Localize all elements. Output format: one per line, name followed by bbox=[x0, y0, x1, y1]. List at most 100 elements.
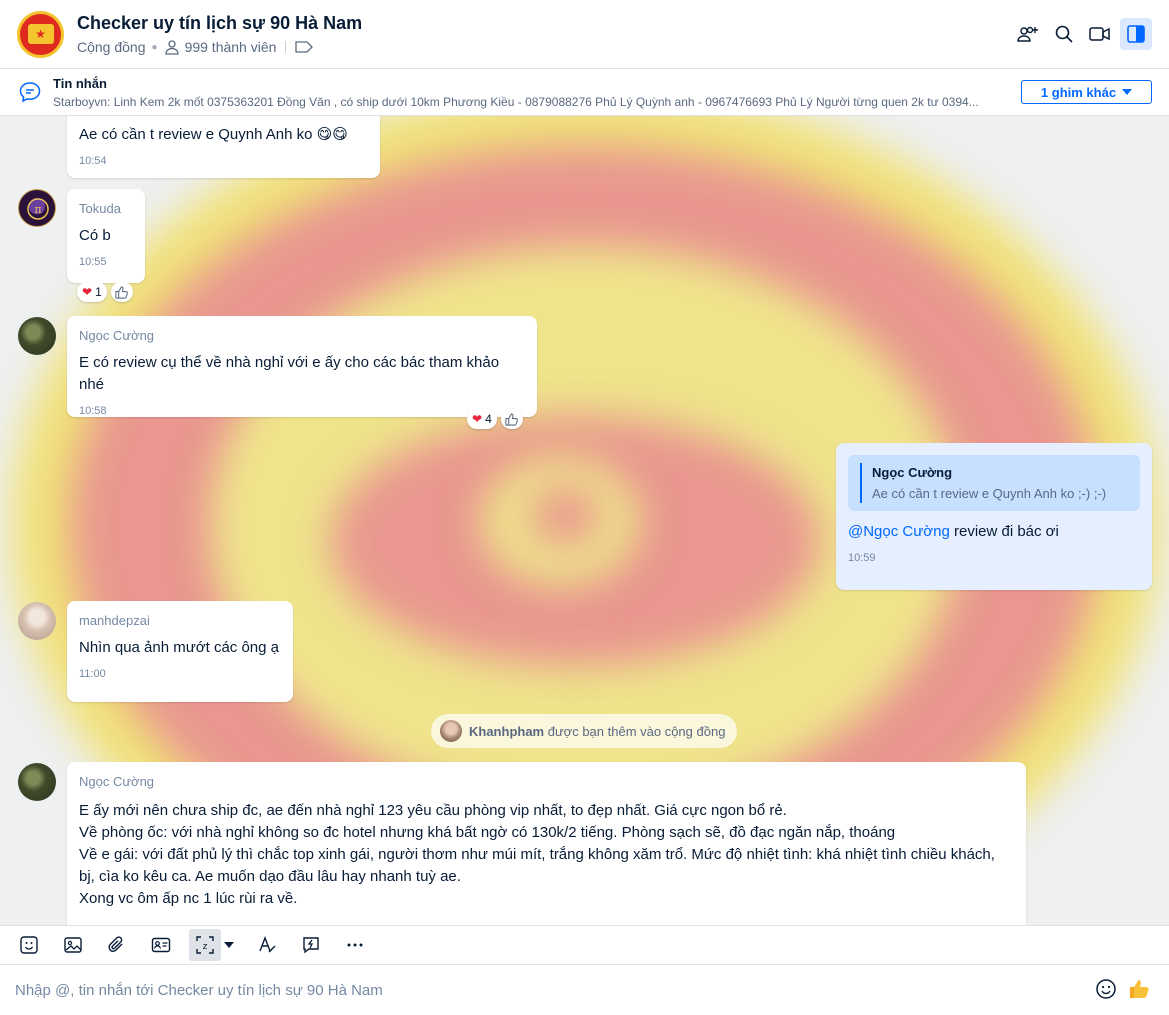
like-reaction-button[interactable] bbox=[500, 409, 523, 429]
message-text: @Ngọc Cường review đi bác ơi bbox=[848, 521, 1140, 543]
avatar[interactable]: π bbox=[18, 189, 56, 227]
member-count[interactable]: 999 thành viên bbox=[185, 39, 277, 55]
quote-bar bbox=[860, 463, 862, 503]
sidebar-icon bbox=[1127, 25, 1145, 43]
sender-name[interactable]: Tokuda bbox=[79, 201, 133, 217]
screenshot-options-button[interactable] bbox=[221, 929, 237, 961]
contact-card-icon bbox=[151, 937, 171, 953]
message-input[interactable] bbox=[15, 981, 1015, 999]
svg-text:z: z bbox=[203, 942, 208, 952]
message-line: Xong vc ôm ấp nc 1 lúc rùi ra về. bbox=[79, 890, 298, 907]
group-title[interactable]: Checker uy tín lịch sự 90 Hà Nam bbox=[77, 12, 362, 34]
caret-down-icon bbox=[224, 942, 234, 948]
video-call-button[interactable] bbox=[1084, 18, 1116, 50]
quick-message-button[interactable] bbox=[295, 929, 327, 961]
pinned-message-bar[interactable]: Tin nhắn Starboyvn: Linh Kem 2k mốt 0375… bbox=[0, 69, 1169, 116]
paperclip-icon bbox=[108, 936, 123, 952]
more-pins-button[interactable]: 1 ghim khác bbox=[1021, 80, 1152, 104]
message-line: Về e gái: với đất phủ lý thì chắc top xi… bbox=[79, 846, 995, 863]
message-bubble[interactable]: Ngọc Cường E ấy mới nên chưa ship đc, ae… bbox=[67, 762, 1026, 925]
svg-text:π: π bbox=[34, 203, 41, 216]
heart-count: 4 bbox=[485, 412, 492, 426]
lightning-message-icon bbox=[303, 937, 319, 954]
image-button[interactable] bbox=[57, 929, 89, 961]
reaction-bar: ❤ 4 bbox=[467, 409, 523, 429]
screenshot-icon: z bbox=[196, 936, 214, 954]
more-pins-label: 1 ghim khác bbox=[1040, 84, 1117, 100]
dot-separator: ● bbox=[151, 41, 158, 53]
thumbs-up-send-icon[interactable] bbox=[1128, 977, 1152, 1001]
message-time: 10:54 bbox=[79, 155, 107, 167]
group-avatar[interactable]: ★ bbox=[17, 10, 64, 58]
heart-icon: ❤ bbox=[82, 285, 93, 299]
message-time: 10:55 bbox=[79, 256, 107, 268]
image-icon bbox=[64, 937, 82, 953]
heart-icon: ❤ bbox=[472, 412, 483, 426]
message-bubble[interactable]: Ae có cần t review e Quynh Anh ko 😋😋 10:… bbox=[67, 116, 380, 178]
search-button[interactable] bbox=[1048, 18, 1080, 50]
add-member-button[interactable] bbox=[1012, 18, 1044, 50]
system-text: được bạn thêm vào cộng đồng bbox=[547, 723, 726, 739]
system-user-name[interactable]: Khanhpham bbox=[469, 724, 544, 739]
pi-logo-icon: π bbox=[27, 198, 49, 220]
pinned-text[interactable]: Starboyvn: Linh Kem 2k mốt 0375363201 Đồ… bbox=[53, 95, 998, 109]
member-icon[interactable] bbox=[164, 39, 180, 55]
tag-icon[interactable] bbox=[295, 41, 314, 53]
pinned-title: Tin nhắn bbox=[53, 75, 107, 91]
message-bubble[interactable]: manhdepzai Nhìn qua ảnh mướt các ông ạ 1… bbox=[67, 601, 293, 702]
message-text: E có review cụ thể về nhà nghỉ với e ấy … bbox=[79, 354, 500, 393]
message-text: E ấy mới nên chưa ship đc, ae đến nhà ng… bbox=[79, 800, 1014, 910]
message-text: Ae có cần t review e Quynh Anh ko 😋😋 bbox=[79, 126, 348, 143]
video-icon bbox=[1089, 27, 1110, 41]
search-icon bbox=[1055, 25, 1073, 43]
screenshot-button[interactable]: z bbox=[189, 929, 221, 961]
mention-link[interactable]: @Ngọc Cường bbox=[848, 523, 950, 540]
sender-name[interactable]: Ngọc Cường bbox=[79, 328, 525, 344]
thumbs-up-icon bbox=[115, 285, 129, 299]
message-bubble[interactable]: Ngọc Cường E có review cụ thể về nhà ngh… bbox=[67, 316, 537, 417]
group-type: Cộng đồng bbox=[77, 39, 146, 55]
text-format-button[interactable] bbox=[251, 929, 283, 961]
toggle-sidebar-button[interactable] bbox=[1120, 18, 1152, 50]
chat-header: ★ Checker uy tín lịch sự 90 Hà Nam Cộng … bbox=[0, 0, 1169, 69]
sender-name[interactable]: manhdepzai bbox=[79, 613, 281, 629]
group-add-icon bbox=[1017, 26, 1038, 42]
avatar[interactable] bbox=[18, 317, 56, 355]
divider bbox=[285, 41, 287, 53]
message-time: 11:00 bbox=[79, 668, 106, 680]
message-bubble[interactable]: Tokuda Có b 10:55 bbox=[67, 189, 145, 283]
more-options-button[interactable] bbox=[339, 929, 371, 961]
heart-reaction[interactable]: ❤ 1 bbox=[77, 282, 107, 302]
system-avatar[interactable] bbox=[440, 720, 462, 742]
message-time: 10:59 bbox=[848, 552, 876, 564]
sticker-button[interactable] bbox=[13, 929, 45, 961]
emblem-icon: ★ bbox=[27, 24, 54, 44]
avatar[interactable] bbox=[18, 763, 56, 801]
contact-card-button[interactable] bbox=[145, 929, 177, 961]
avatar[interactable] bbox=[18, 602, 56, 640]
thumbs-up-icon bbox=[505, 412, 519, 426]
message-line: E ấy mới nên chưa ship đc, ae đến nhà ng… bbox=[79, 802, 787, 819]
message-text: Nhìn qua ảnh mướt các ông ạ bbox=[79, 639, 279, 656]
like-reaction-button[interactable] bbox=[110, 282, 133, 302]
message-line: Về phòng ốc: với nhà nghỉ không so đc ho… bbox=[79, 824, 896, 841]
ellipsis-icon bbox=[347, 943, 363, 947]
text-format-icon bbox=[259, 936, 276, 953]
message-bubble-icon bbox=[19, 82, 41, 103]
sticker-icon bbox=[20, 936, 38, 954]
sender-name[interactable]: Ngọc Cường bbox=[79, 774, 1014, 790]
quote-text: Ae có cần t review e Quynh Anh ko ;-) ;-… bbox=[872, 486, 1107, 501]
message-line: bj, cìa ko kêu ca. Ae muốn dạo đầu lâu h… bbox=[79, 868, 461, 885]
emoji-icon[interactable] bbox=[1094, 977, 1118, 1001]
message-time: 10:58 bbox=[79, 405, 107, 417]
heart-reaction[interactable]: ❤ 4 bbox=[467, 409, 497, 429]
composer-toolbar: z bbox=[0, 925, 1169, 965]
caret-down-icon bbox=[1122, 89, 1133, 95]
system-notice: Khanhpham được bạn thêm vào cộng đồng bbox=[431, 714, 738, 748]
my-message-bubble[interactable]: Ngọc Cường Ae có cần t review e Quynh An… bbox=[836, 443, 1152, 590]
attach-file-button[interactable] bbox=[101, 929, 133, 961]
quoted-message[interactable]: Ngọc Cường Ae có cần t review e Quynh An… bbox=[848, 455, 1140, 511]
message-list[interactable]: Ae có cần t review e Quynh Anh ko 😋😋 10:… bbox=[0, 116, 1169, 925]
reaction-bar: ❤ 1 bbox=[77, 282, 133, 302]
message-composer bbox=[0, 965, 1169, 1015]
